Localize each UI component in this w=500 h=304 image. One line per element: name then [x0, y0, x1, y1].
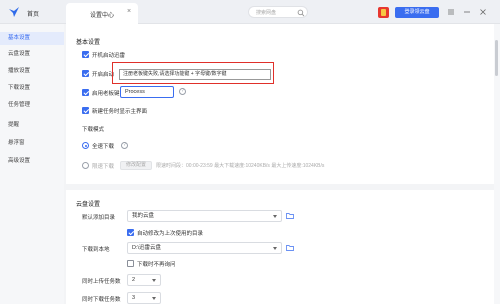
- search-input[interactable]: 搜索网盘: [248, 6, 308, 18]
- upload-tasks-label: 同时上传任务数: [82, 279, 121, 285]
- menu-icon[interactable]: [446, 7, 456, 17]
- modify-config-button[interactable]: 修改配置: [120, 161, 152, 170]
- avatar[interactable]: [378, 7, 389, 18]
- sidebar-item-cloud[interactable]: 云盘设置: [0, 48, 64, 61]
- help-icon[interactable]: ?: [179, 88, 186, 95]
- default-add-select[interactable]: 我的云盘: [127, 210, 282, 222]
- login-cloud-button[interactable]: 登录领云盘: [395, 7, 439, 18]
- download-tasks-label: 同时下载任务数: [82, 297, 121, 303]
- scrollbar-thumb[interactable]: [495, 40, 498, 76]
- auto-start-checkbox[interactable]: [82, 51, 89, 58]
- help-icon[interactable]: ?: [121, 142, 128, 149]
- chevron-down-icon: [152, 279, 156, 282]
- download-tasks-value: 3: [132, 295, 136, 301]
- auto-modify-checkbox[interactable]: [127, 229, 134, 236]
- boss-key-error-tooltip: 注册老板键失败,请选择功能键 + 字母键/数字键: [119, 69, 271, 80]
- upload-tasks-select[interactable]: 2: [127, 274, 161, 286]
- sidebar: 基本设置 云盘设置 播放设置 下载设置 任务管理 提醒 悬浮窗 高级设置: [0, 24, 64, 304]
- speed-limit-info: 限速时间段：00:00-23:59 最大下载速度:10240KB/s 最大上传速…: [156, 163, 325, 169]
- upload-tasks-value: 2: [132, 277, 136, 283]
- boss-key-label: 启用老板键: [92, 91, 120, 97]
- chevron-down-icon: [273, 215, 277, 218]
- sidebar-item-basic[interactable]: 基本设置: [0, 32, 64, 45]
- bird-logo-icon[interactable]: [8, 6, 20, 18]
- no-ask-checkbox[interactable]: [127, 260, 134, 267]
- close-window-icon[interactable]: [478, 7, 488, 17]
- new-task-label: 新建任务时显示主界面: [92, 109, 148, 115]
- full-speed-label: 全速下载: [92, 144, 115, 150]
- boss-key-checkbox[interactable]: [82, 89, 89, 96]
- home-label[interactable]: 首页: [27, 9, 39, 18]
- section-divider: [66, 184, 494, 190]
- download-tasks-select[interactable]: 3: [127, 292, 161, 304]
- minimize-icon[interactable]: [462, 7, 472, 17]
- basic-settings-title: 基本设置: [76, 40, 101, 46]
- sidebar-item-tasks[interactable]: 任务管理: [0, 99, 64, 112]
- auto-start-label: 开机启动迅雷: [92, 53, 126, 59]
- download-to-value: D:\迅雷云盘: [132, 245, 162, 251]
- default-add-value: 我的云盘: [132, 213, 155, 219]
- chevron-down-icon: [273, 247, 277, 250]
- sidebar-item-float-window[interactable]: 悬浮窗: [0, 137, 64, 150]
- search-icon[interactable]: [297, 9, 305, 17]
- boss-key-start-checkbox[interactable]: [82, 70, 89, 77]
- cloud-settings-title: 云盘设置: [76, 202, 101, 208]
- default-add-label: 默认添加目录: [82, 215, 116, 221]
- boss-key-start-label: 开启启动: [92, 72, 115, 78]
- full-speed-radio[interactable]: [82, 142, 89, 149]
- sidebar-item-download[interactable]: 下载设置: [0, 82, 64, 95]
- title-bar: 首页 设置中心 × 搜索网盘 登录领云盘: [0, 0, 500, 24]
- tab-settings[interactable]: 设置中心 ×: [66, 3, 138, 24]
- close-icon[interactable]: ×: [127, 8, 131, 15]
- download-to-select[interactable]: D:\迅雷云盘: [127, 242, 282, 254]
- download-to-label: 下载到本地: [82, 247, 110, 253]
- no-ask-label: 下载时不再询问: [137, 262, 176, 268]
- sidebar-item-playback[interactable]: 播放设置: [0, 65, 64, 78]
- folder-icon[interactable]: [286, 212, 294, 219]
- sidebar-item-advanced[interactable]: 高级设置: [0, 155, 64, 168]
- download-mode-title: 下载模式: [82, 127, 105, 133]
- search-placeholder: 搜索网盘: [256, 10, 277, 16]
- folder-icon[interactable]: [286, 244, 294, 251]
- boss-key-input[interactable]: Process: [120, 86, 174, 98]
- chevron-down-icon: [152, 297, 156, 300]
- auto-modify-label: 自动修改为上次使用的目录: [137, 231, 204, 237]
- avatar-badge-icon: [381, 9, 386, 16]
- tab-settings-label: 设置中心: [90, 13, 115, 19]
- limited-speed-radio[interactable]: [82, 162, 89, 169]
- sidebar-item-reminder[interactable]: 提醒: [0, 119, 64, 132]
- new-task-checkbox[interactable]: [82, 107, 89, 114]
- limited-speed-label: 限速下载: [92, 164, 115, 170]
